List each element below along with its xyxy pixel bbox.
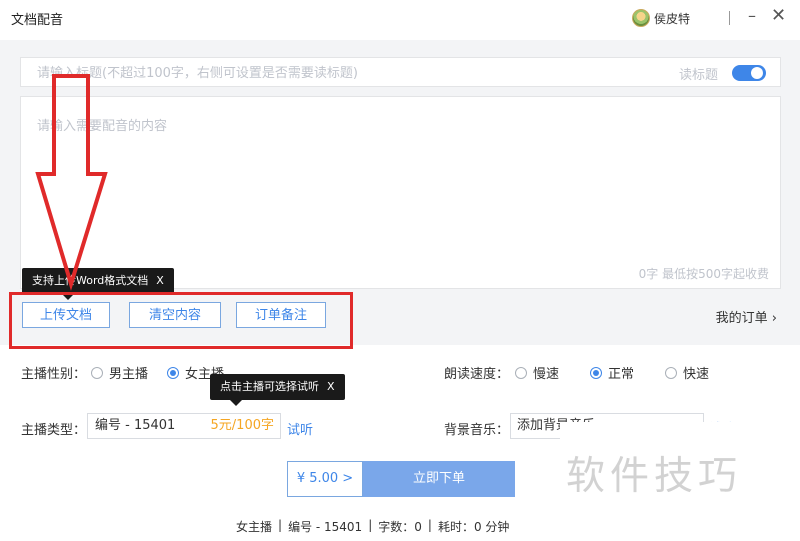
speed-label: 朗读速度： <box>444 367 510 382</box>
radio-male[interactable]: 男主播 <box>91 363 148 382</box>
summary-gender: 女主播 <box>236 520 273 534</box>
radio-male-label: 男主播 <box>109 367 149 382</box>
summary-chars: 字数：0 <box>378 520 422 534</box>
voice-tooltip-close[interactable]: X <box>327 380 335 393</box>
voice-type-select[interactable]: 编号 - 15401 5元/100字 <box>87 413 281 439</box>
radio-dot <box>590 366 602 379</box>
voice-type-label: 主播类型： <box>21 423 87 438</box>
radio-dot <box>167 366 179 379</box>
radio-slow-label: 慢速 <box>533 367 560 382</box>
radio-dot <box>515 366 527 379</box>
radio-slow[interactable]: 慢速 <box>515 363 559 382</box>
submit-order-button[interactable]: 立即下单 <box>363 461 515 497</box>
summary-duration: 耗时：0 分钟 <box>437 520 510 534</box>
summary-id: 编号 - 15401 <box>288 520 363 534</box>
gender-label: 主播性别： <box>21 367 87 382</box>
voice-price: 5元/100字 <box>210 418 274 433</box>
voice-tooltip: 点击主播可选择试听 X <box>210 374 345 406</box>
radio-dot <box>665 366 677 379</box>
listen-link[interactable]: 试听 <box>287 419 313 438</box>
voice-type-value: 编号 - 15401 <box>95 418 176 433</box>
radio-dot <box>91 366 103 379</box>
watermark: 软件技巧 <box>566 454 743 499</box>
order-summary: 女主播 | 编号 - 15401 | 字数：0 | 耗时：0 分钟 <box>236 518 509 535</box>
radio-fast-label: 快速 <box>683 367 710 382</box>
tooltip-arrow <box>230 400 242 406</box>
radio-normal-label: 正常 <box>608 367 635 382</box>
summary-separator: | <box>278 518 283 532</box>
radio-normal[interactable]: 正常 <box>590 363 634 382</box>
summary-separator: | <box>368 518 373 532</box>
bgm-label: 背景音乐： <box>444 423 510 438</box>
price-button[interactable]: ¥ 5.00 > <box>287 461 363 497</box>
voice-tooltip-text: 点击主播可选择试听 <box>220 380 319 393</box>
radio-fast[interactable]: 快速 <box>665 363 709 382</box>
summary-separator: | <box>427 518 432 532</box>
